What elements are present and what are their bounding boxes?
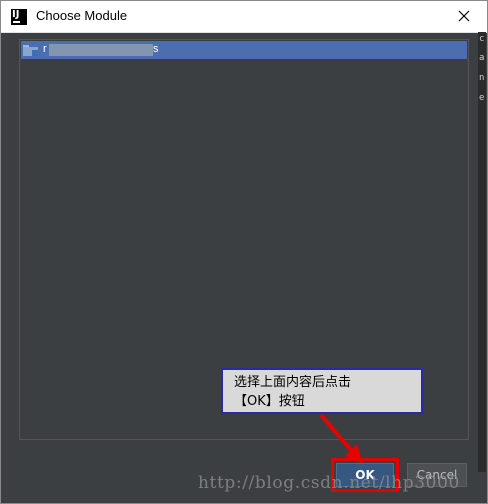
title-bar[interactable]: IJ Choose Module xyxy=(1,1,487,33)
background-letter: e xyxy=(479,93,485,103)
dialog-title: Choose Module xyxy=(36,8,128,23)
module-name-suffix: s xyxy=(153,43,159,55)
watermark: http://blog.csdn.net/lhp3000 xyxy=(198,473,460,493)
background-letter: n xyxy=(479,73,485,83)
redacted-module-name xyxy=(49,44,153,56)
background-letter: a xyxy=(479,53,485,63)
background-window-edge: c a n e xyxy=(478,32,486,472)
intellij-idea-icon: IJ xyxy=(11,9,27,25)
choose-module-dialog: IJ Choose Module c a n e r s 选择上面内容后点击 【… xyxy=(0,0,488,504)
background-letter: c xyxy=(479,34,485,44)
close-icon[interactable] xyxy=(455,7,473,25)
annotation-line-1: 选择上面内容后点击 xyxy=(234,375,352,390)
module-list-item[interactable]: r s xyxy=(21,41,467,59)
module-name-prefix: r xyxy=(43,43,47,55)
module-folder-icon xyxy=(23,45,38,56)
